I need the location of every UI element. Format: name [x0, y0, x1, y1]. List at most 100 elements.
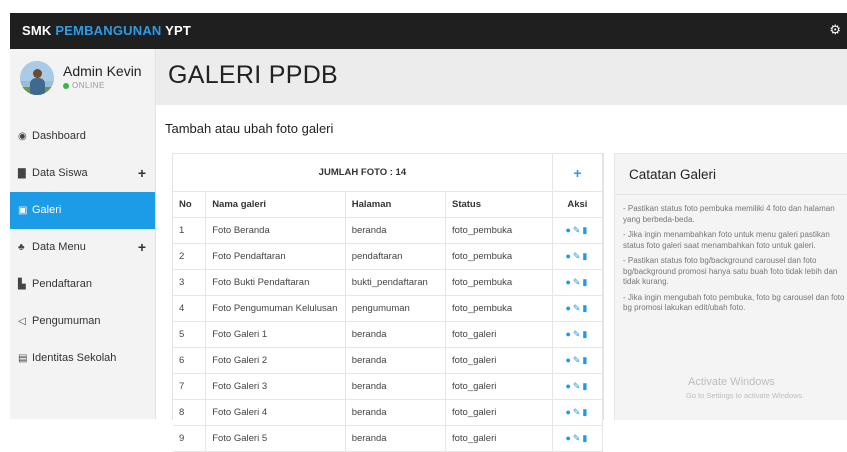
- cell-halaman: bukti_pendaftaran: [345, 269, 446, 296]
- user-name: Admin Kevin: [63, 63, 142, 79]
- book-icon: ▇: [18, 168, 26, 179]
- sidebar-item-dashboard[interactable]: ◉ Dashboard: [10, 118, 155, 155]
- row-actions: ●✎▮: [552, 321, 604, 348]
- view-eye-icon[interactable]: ●: [565, 433, 572, 443]
- view-eye-icon[interactable]: ●: [565, 329, 572, 339]
- table-row: 5 Foto Galeri 1 beranda foto_galeri ●✎▮: [173, 321, 604, 348]
- row-actions: ●✎▮: [552, 217, 604, 244]
- gear-icon[interactable]: ⚙: [829, 22, 841, 38]
- add-photo-button[interactable]: +: [552, 154, 604, 192]
- sidebar-item-label: Pengumuman: [32, 315, 101, 327]
- delete-trash-icon[interactable]: ▮: [582, 355, 589, 365]
- view-eye-icon[interactable]: ●: [565, 407, 572, 417]
- online-dot-icon: [63, 82, 69, 89]
- activate-windows-watermark: Activate Windows Go to Settings to activ…: [650, 376, 804, 400]
- col-header-status: Status: [445, 191, 553, 218]
- cell-status: foto_galeri: [445, 347, 553, 374]
- note-item: - Pastikan status foto bg/background car…: [623, 256, 838, 286]
- cell-no: 3: [173, 269, 207, 296]
- row-actions: ●✎▮: [552, 347, 604, 374]
- edit-icon[interactable]: ✎: [573, 433, 583, 443]
- delete-trash-icon[interactable]: ▮: [582, 277, 589, 287]
- delete-trash-icon[interactable]: ▮: [582, 251, 589, 261]
- edit-icon[interactable]: ✎: [573, 251, 583, 261]
- delete-trash-icon[interactable]: ▮: [582, 303, 589, 313]
- cell-halaman: beranda: [345, 373, 446, 400]
- delete-trash-icon[interactable]: ▮: [582, 433, 589, 443]
- cell-halaman: beranda: [345, 399, 446, 426]
- sidebar-item-galeri[interactable]: ▣ Galeri: [10, 192, 155, 229]
- table-row: 6 Foto Galeri 2 beranda foto_galeri ●✎▮: [173, 347, 604, 374]
- photo-count: JUMLAH FOTO : 14: [173, 154, 553, 192]
- note-item: - Jika ingin menambahkan foto untuk menu…: [623, 230, 830, 250]
- edit-icon[interactable]: ✎: [573, 225, 583, 235]
- brand-part-2: PEMBANGUNAN: [55, 23, 162, 38]
- dashboard-icon: ◉: [18, 131, 27, 142]
- sidebar-item-label: Data Siswa: [32, 167, 88, 179]
- cell-nama: Foto Galeri 3: [205, 373, 346, 400]
- sidebar-item-pengumuman[interactable]: ◁ Pengumuman: [10, 303, 155, 340]
- view-eye-icon[interactable]: ●: [565, 225, 572, 235]
- bullhorn-icon: ◁: [18, 316, 26, 327]
- cell-no: 2: [173, 243, 207, 270]
- user-panel: Admin Kevin ONLINE: [10, 49, 155, 109]
- delete-trash-icon[interactable]: ▮: [582, 225, 589, 235]
- cell-nama: Foto Galeri 5: [205, 425, 346, 452]
- delete-trash-icon[interactable]: ▮: [582, 407, 589, 417]
- cell-nama: Foto Beranda: [205, 217, 346, 244]
- sidebar-item-data-siswa[interactable]: ▇ Data Siswa +: [10, 155, 155, 192]
- delete-trash-icon[interactable]: ▮: [582, 381, 589, 391]
- sidebar-item-pendaftaran[interactable]: ▙ Pendaftaran: [10, 266, 155, 303]
- row-actions: ●✎▮: [552, 399, 604, 426]
- view-eye-icon[interactable]: ●: [565, 303, 572, 313]
- edit-icon[interactable]: ✎: [573, 329, 583, 339]
- view-eye-icon[interactable]: ●: [565, 355, 572, 365]
- sidebar-item-identitas-sekolah[interactable]: ▤ Identitas Sekolah: [10, 340, 155, 377]
- col-header-aksi: Aksi: [552, 191, 604, 218]
- notes-title: Catatan Galeri: [629, 167, 717, 182]
- sidebar-item-label: Identitas Sekolah: [32, 352, 117, 364]
- delete-trash-icon[interactable]: ▮: [582, 329, 589, 339]
- row-actions: ●✎▮: [552, 269, 604, 296]
- table-banner-row: JUMLAH FOTO : 14 +: [173, 154, 604, 192]
- cell-no: 6: [173, 347, 207, 374]
- table-row: 3 Foto Bukti Pendaftaran bukti_pendaftar…: [173, 269, 604, 296]
- notes-body: - Pastikan status foto pembuka memiliki …: [623, 204, 845, 319]
- brand-part-1: SMK: [22, 23, 56, 38]
- page-title: GALERI PPDB: [168, 61, 339, 89]
- edit-icon[interactable]: ✎: [573, 407, 583, 417]
- brand-title[interactable]: SMK PEMBANGUNAN YPT: [22, 23, 191, 38]
- edit-icon[interactable]: ✎: [573, 381, 583, 391]
- sidebar-item-data-menu[interactable]: ♣ Data Menu +: [10, 229, 155, 266]
- table-row: 7 Foto Galeri 3 beranda foto_galeri ●✎▮: [173, 373, 604, 400]
- cell-nama: Foto Bukti Pendaftaran: [205, 269, 346, 296]
- edit-icon[interactable]: ✎: [573, 303, 583, 313]
- edit-icon[interactable]: ✎: [573, 355, 583, 365]
- note-item: - Jika ingin mengubah foto pembuka, foto…: [623, 292, 845, 313]
- row-actions: ●✎▮: [552, 295, 604, 322]
- sidebar-menu: ◉ Dashboard ▇ Data Siswa + ▣ Galeri ♣ Data Me…: [10, 118, 155, 377]
- table-row: 8 Foto Galeri 4 beranda foto_galeri ●✎▮: [173, 399, 604, 426]
- expand-plus-icon[interactable]: +: [138, 155, 146, 192]
- table-header-row: No Nama galeri Halaman Status Aksi: [173, 191, 604, 218]
- view-eye-icon[interactable]: ●: [565, 381, 572, 391]
- table-row: 4 Foto Pengumuman Kelulusan pengumuman f…: [173, 295, 604, 322]
- col-header-nama-galeri: Nama galeri: [205, 191, 346, 218]
- cell-halaman: beranda: [345, 321, 446, 348]
- sidebar-item-label: Data Menu: [32, 241, 86, 253]
- form-icon: ▙: [18, 279, 26, 290]
- cell-halaman: beranda: [345, 217, 446, 244]
- table-row: 1 Foto Beranda beranda foto_pembuka ●✎▮: [173, 217, 604, 244]
- sitemap-icon: ♣: [18, 242, 25, 253]
- user-status-text: ONLINE: [72, 81, 105, 90]
- brand-part-3: YPT: [161, 23, 191, 38]
- expand-plus-icon[interactable]: +: [138, 229, 146, 266]
- cell-status: foto_pembuka: [445, 217, 553, 244]
- cell-no: 4: [173, 295, 207, 322]
- page-header: GALERI PPDB: [156, 49, 847, 105]
- edit-icon[interactable]: ✎: [573, 277, 583, 287]
- view-eye-icon[interactable]: ●: [565, 251, 572, 261]
- cell-nama: Foto Galeri 4: [205, 399, 346, 426]
- view-eye-icon[interactable]: ●: [565, 277, 572, 287]
- table-row: 9 Foto Galeri 5 beranda foto_galeri ●✎▮: [173, 425, 604, 452]
